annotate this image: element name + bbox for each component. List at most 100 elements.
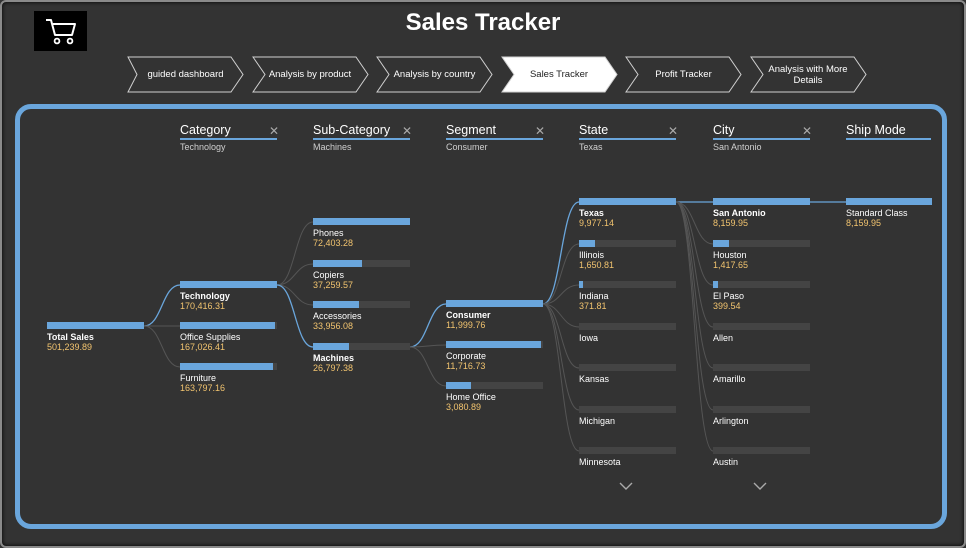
node-label: Standard Class bbox=[846, 208, 908, 218]
level-label: Segment bbox=[446, 123, 543, 140]
tree-node[interactable]: Corporate 11,716.73 bbox=[446, 341, 543, 371]
tree-node[interactable]: Kansas bbox=[579, 364, 676, 384]
node-label: Allen bbox=[713, 333, 734, 343]
node-bar-fill bbox=[313, 218, 410, 225]
node-bar-track bbox=[180, 363, 277, 370]
node-value: 167,026.41 bbox=[180, 342, 226, 352]
level-label: City bbox=[713, 123, 810, 140]
tree-node[interactable]: Consumer 11,999.76 bbox=[446, 300, 543, 330]
level-selection: Technology bbox=[180, 142, 226, 152]
node-bar-fill bbox=[313, 343, 349, 350]
tree-node[interactable]: Technology 170,416.31 bbox=[180, 281, 277, 311]
node-bar-track bbox=[579, 364, 676, 371]
node-bar-track bbox=[713, 406, 810, 413]
node-bar-track bbox=[313, 301, 410, 308]
node-bar-fill bbox=[446, 341, 542, 348]
tree-node[interactable]: Michigan bbox=[579, 406, 676, 426]
tree-node[interactable]: Office Supplies 167,026.41 bbox=[180, 322, 277, 352]
tree-node[interactable]: Machines 26,797.38 bbox=[313, 343, 410, 373]
node-bar-fill bbox=[579, 198, 676, 205]
tree-node[interactable]: Indiana 371.81 bbox=[579, 281, 676, 311]
level-label: Category bbox=[180, 123, 277, 140]
tree-connector bbox=[675, 201, 714, 286]
tree-node[interactable]: Illinois 1,650.81 bbox=[579, 240, 676, 270]
tree-node[interactable]: Amarillo bbox=[713, 364, 810, 384]
tree-node[interactable]: Home Office 3,080.89 bbox=[446, 382, 543, 412]
node-label: Texas bbox=[579, 208, 604, 218]
node-value: 33,956.08 bbox=[313, 321, 354, 331]
clear-level-icon[interactable]: ✕ bbox=[535, 124, 545, 138]
tree-connector bbox=[409, 303, 447, 348]
level-label: Ship Mode bbox=[846, 123, 931, 140]
level-selection: Consumer bbox=[446, 142, 488, 152]
node-label: Austin bbox=[713, 457, 739, 467]
node-bar-track bbox=[313, 218, 410, 225]
node-label: Office Supplies bbox=[180, 332, 241, 342]
clear-level-icon[interactable]: ✕ bbox=[668, 124, 678, 138]
tree-node[interactable]: Phones 72,403.28 bbox=[313, 218, 410, 248]
scroll-down-chevron-icon[interactable] bbox=[753, 480, 767, 494]
node-value: 163,797.16 bbox=[180, 383, 226, 393]
node-bar-track bbox=[446, 382, 543, 389]
node-value: 399.54 bbox=[713, 301, 741, 311]
clear-level-icon[interactable]: ✕ bbox=[402, 124, 412, 138]
node-value: 1,417.65 bbox=[713, 260, 749, 270]
node-label: Technology bbox=[180, 291, 230, 301]
level-selection: Machines bbox=[313, 142, 352, 152]
tree-connector bbox=[675, 201, 714, 369]
level-label: State bbox=[579, 123, 676, 140]
node-bar-fill bbox=[713, 281, 718, 288]
node-label: Consumer bbox=[446, 310, 491, 320]
node-label: Michigan bbox=[579, 416, 616, 426]
level-selection: San Antonio bbox=[713, 142, 762, 152]
node-value: 3,080.89 bbox=[446, 402, 482, 412]
level-label: Sub-Category bbox=[313, 123, 410, 140]
node-bar-track bbox=[313, 343, 410, 350]
clear-level-icon[interactable]: ✕ bbox=[802, 124, 812, 138]
tree-node[interactable]: Minnesota bbox=[579, 447, 676, 467]
tree-node[interactable]: Accessories 33,956.08 bbox=[313, 301, 410, 331]
tree-connector bbox=[542, 303, 580, 411]
scroll-down-chevron-icon[interactable] bbox=[619, 480, 633, 494]
node-bar-fill bbox=[579, 281, 583, 288]
chevron-down-icon bbox=[753, 482, 767, 490]
node-bar-track bbox=[180, 322, 277, 329]
tree-node[interactable]: El Paso 399.54 bbox=[713, 281, 810, 311]
node-bar-fill bbox=[846, 198, 932, 205]
node-bar-track bbox=[180, 281, 277, 288]
node-value: 26,797.38 bbox=[313, 363, 354, 373]
tree-node[interactable]: Austin bbox=[713, 447, 810, 467]
node-value: 170,416.31 bbox=[180, 301, 226, 311]
node-label: El Paso bbox=[713, 291, 745, 301]
tree-connector bbox=[276, 221, 314, 286]
tree-connector bbox=[143, 284, 181, 327]
tree-node[interactable]: Standard Class 8,159.95 bbox=[846, 198, 932, 228]
tree-node[interactable]: San Antonio 8,159.95 bbox=[713, 198, 810, 228]
clear-level-icon[interactable]: ✕ bbox=[269, 124, 279, 138]
tree-node[interactable]: Texas 9,977.14 bbox=[579, 198, 676, 228]
node-bar-track bbox=[446, 300, 543, 307]
node-value: 72,403.28 bbox=[313, 238, 354, 248]
level-header-category: Category Technology ✕ bbox=[180, 123, 279, 152]
tree-node[interactable]: Arlington bbox=[713, 406, 810, 426]
node-label: Phones bbox=[313, 228, 344, 238]
node-value: 371.81 bbox=[579, 301, 607, 311]
node-bar-fill bbox=[180, 281, 277, 288]
tree-node[interactable]: Furniture 163,797.16 bbox=[180, 363, 277, 393]
level-header-city: City San Antonio ✕ bbox=[713, 123, 812, 152]
node-bar-fill bbox=[713, 198, 810, 205]
tree-connector bbox=[542, 201, 580, 305]
tree-node[interactable]: Allen bbox=[713, 323, 810, 343]
tree-node[interactable]: Iowa bbox=[579, 323, 676, 343]
level-header-ship-mode: Ship Mode bbox=[846, 123, 931, 142]
tree-connector bbox=[675, 201, 714, 452]
node-bar-track bbox=[579, 447, 676, 454]
tree-node[interactable]: Copiers 37,259.57 bbox=[313, 260, 410, 290]
tree-connector bbox=[675, 201, 714, 411]
node-value: 37,259.57 bbox=[313, 280, 354, 290]
tree-node[interactable]: Houston 1,417.65 bbox=[713, 240, 810, 270]
chevron-down-icon bbox=[619, 482, 633, 490]
node-value: 9,977.14 bbox=[579, 218, 615, 228]
node-label: Iowa bbox=[579, 333, 599, 343]
node-label: Machines bbox=[313, 353, 355, 363]
